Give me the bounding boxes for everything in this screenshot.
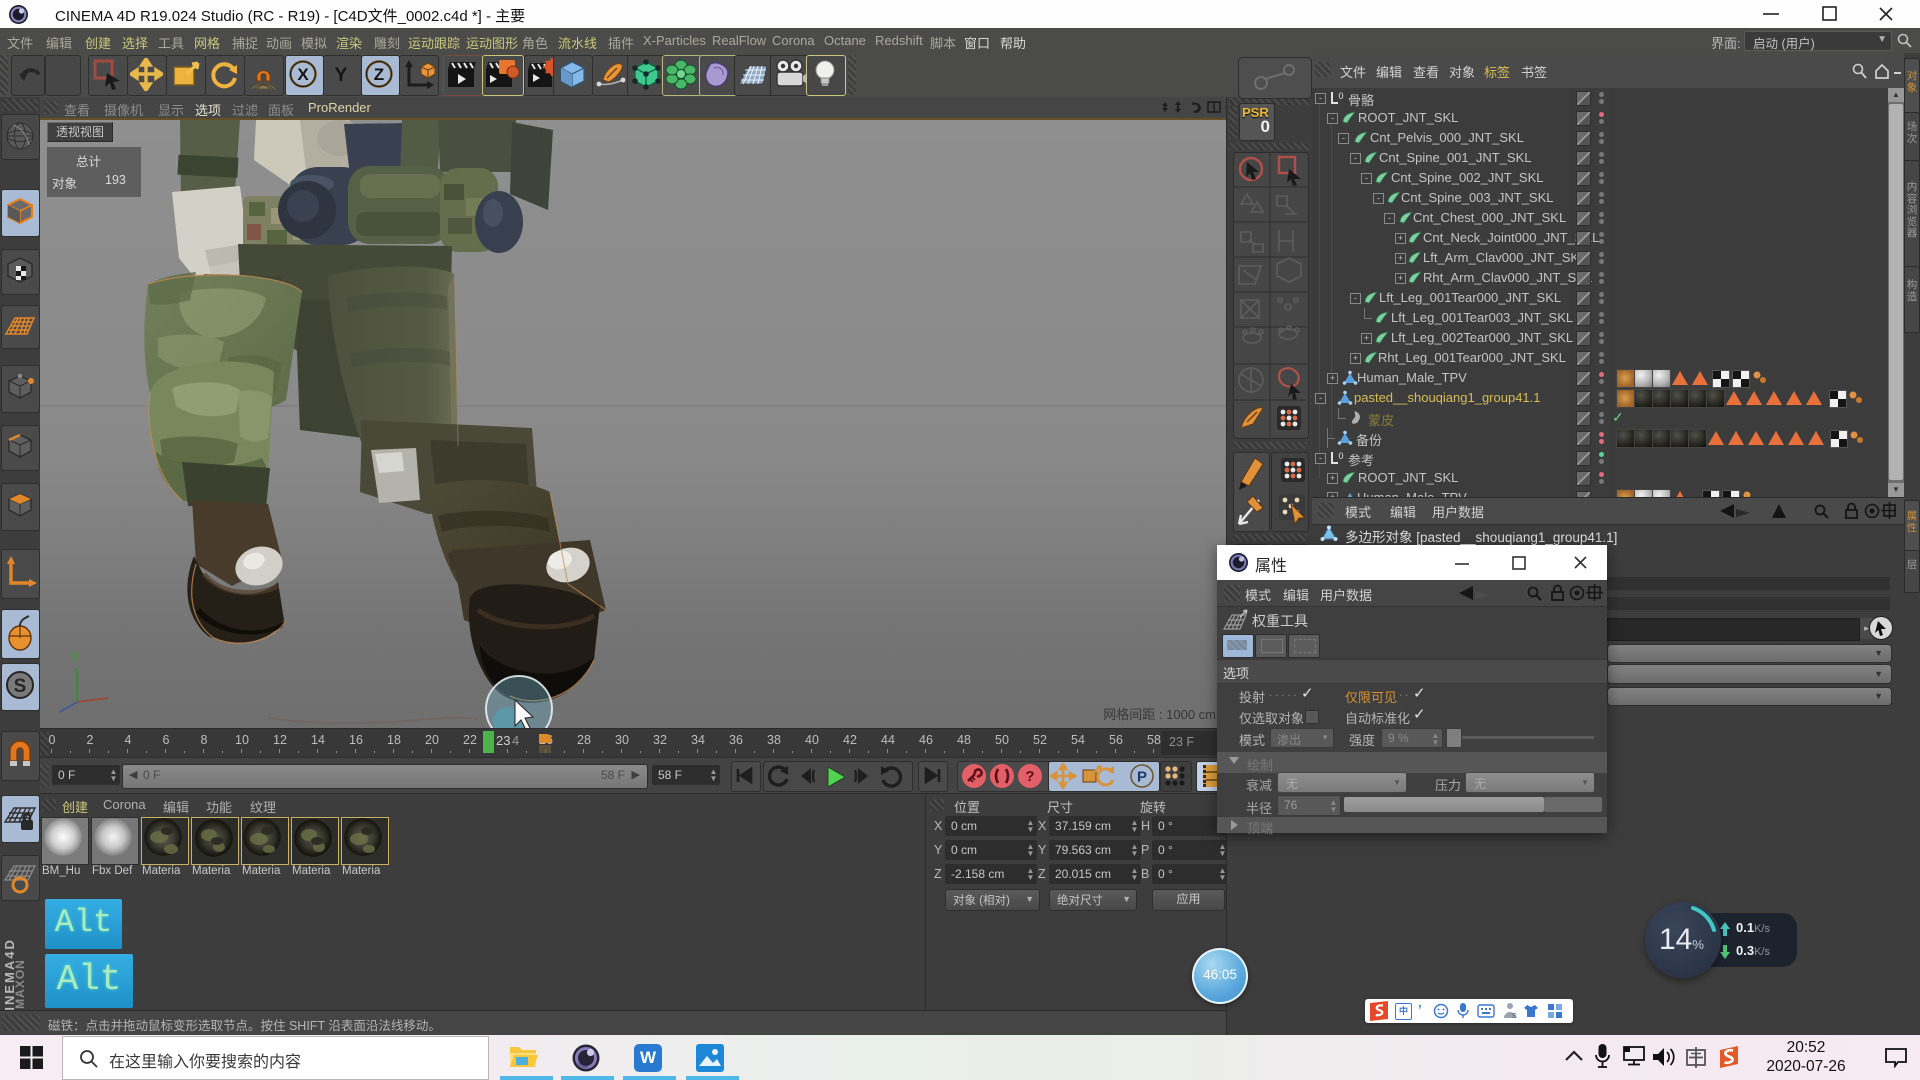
- svg-text:S: S: [14, 676, 27, 697]
- svg-text:P: P: [1137, 769, 1147, 786]
- svg-text:Y: Y: [70, 649, 80, 666]
- svg-text:X: X: [297, 65, 309, 84]
- svg-text:0: 0: [1339, 451, 1344, 461]
- svg-text:0: 0: [1339, 91, 1344, 101]
- svg-text:Z: Z: [374, 65, 384, 84]
- svg-text:?: ?: [1025, 768, 1034, 785]
- svg-text:Y: Y: [335, 65, 348, 86]
